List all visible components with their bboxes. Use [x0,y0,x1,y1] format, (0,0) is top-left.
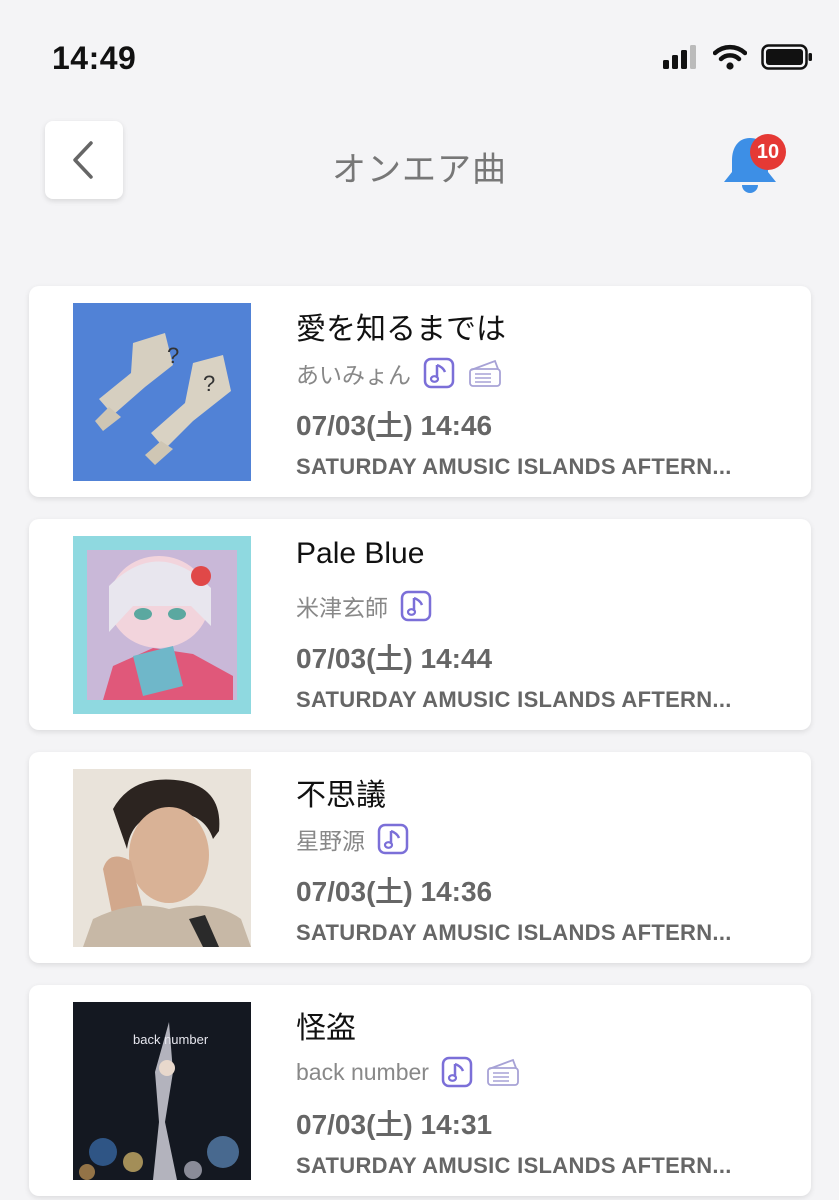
ticket-icon[interactable] [485,1056,521,1088]
status-time: 14:49 [52,40,137,76]
program-name: SATURDAY AMUSIC ISLANDS AFTERN... [296,920,732,945]
page-title: オンエア曲 [332,151,507,189]
wifi-icon [713,44,747,70]
song-title: 愛を知るまでは [296,313,506,346]
album-art-text: back number [133,1032,209,1047]
music-note-icon[interactable] [377,823,409,855]
album-art: back number [73,1002,251,1180]
status-icons [663,44,813,70]
album-art [73,769,251,947]
ticket-icon[interactable] [467,357,503,389]
album-art [73,536,251,714]
status-bar: 14:49 [0,0,839,110]
onair-datetime: 07/03(土) 14:31 [296,1109,493,1140]
song-card[interactable]: 不思議 星野源 07/03(土) 14:36 SATURDAY AMUSIC I… [29,752,811,963]
svg-text:?: ? [203,371,215,396]
artist-row: back number [296,1055,521,1089]
cellular-signal-icon [663,45,696,69]
song-title: Pale Blue [296,537,425,570]
artist-name: 星野源 [296,828,365,854]
music-note-icon[interactable] [423,357,455,389]
song-title: 怪盗 [296,1012,356,1045]
program-name: SATURDAY AMUSIC ISLANDS AFTERN... [296,1153,732,1178]
svg-text:?: ? [167,343,179,368]
battery-icon [761,44,812,70]
artist-row: 米津玄師 [296,589,432,623]
artist-name: あいみょん [296,362,411,388]
album-art: ? ? [73,303,251,481]
program-name: SATURDAY AMUSIC ISLANDS AFTERN... [296,687,732,712]
artist-name: 米津玄師 [296,595,388,621]
program-name: SATURDAY AMUSIC ISLANDS AFTERN... [296,454,732,479]
artist-name: back number [296,1058,429,1085]
song-title: 不思議 [296,779,386,812]
song-card[interactable]: Pale Blue 米津玄師 07/03(土) 14:44 SATURDAY A… [29,519,811,730]
song-card[interactable]: back number 怪盗 back number 07/03(土) 14:3… [29,985,811,1196]
music-note-icon[interactable] [441,1056,473,1088]
onair-datetime: 07/03(土) 14:46 [296,410,493,441]
onair-datetime: 07/03(土) 14:36 [296,876,493,907]
artist-row: 星野源 [296,822,409,856]
song-card[interactable]: ? ? 愛を知るまでは あいみょん 07/03(土) 14:46 SATURDA… [29,286,811,497]
artist-row: あいみょん [296,356,503,390]
notification-badge: 10 [750,134,786,170]
onair-datetime: 07/03(土) 14:44 [296,643,493,674]
music-note-icon[interactable] [400,590,432,622]
nav-header: オンエア曲 [0,110,839,210]
